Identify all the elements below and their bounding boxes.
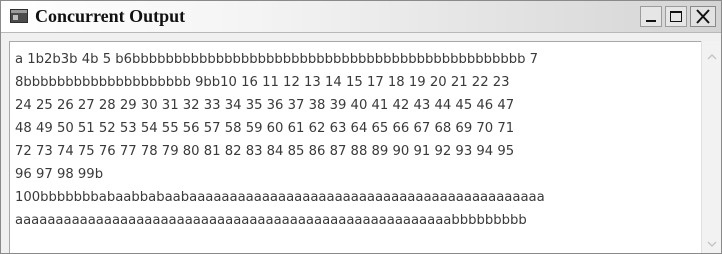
chevron-up-icon[interactable] [706,52,718,62]
output-line: a 1b2b3b 4b 5 b6bbbbbbbbbbbbbbbbbbbbbbbb… [15,52,539,67]
minimize-button[interactable] [640,6,662,27]
output-line: 8bbbbbbbbbbbbbbbbbbbb 9bb10 16 11 12 13 … [15,75,510,90]
maximize-button[interactable] [665,6,687,27]
output-text: a 1b2b3b 4b 5 b6bbbbbbbbbbbbbbbbbbbbbbbb… [15,48,695,232]
chevron-down-icon[interactable] [706,239,718,249]
app-window-icon[interactable] [10,9,28,23]
output-line: 100bbbbbbbabaabbabaabaaaaaaaaaaaaaaaaaaa… [15,190,545,205]
output-line: aaaaaaaaaaaaaaaaaaaaaaaaaaaaaaaaaaaaaaaa… [15,213,527,228]
output-line: 48 49 50 51 52 53 54 55 56 57 58 59 60 6… [15,121,515,136]
title-bar[interactable]: Concurrent Output [1,1,721,33]
vertical-scrollbar[interactable] [701,41,721,253]
close-button[interactable] [690,6,716,27]
output-line: 96 97 98 99b [15,167,104,182]
close-icon [696,9,710,24]
output-line: 72 73 74 75 76 77 78 79 80 81 82 83 84 8… [15,144,515,159]
concurrent-output-window: Concurrent Output a 1b2b3b 4b 5 b6bbbbbb… [0,0,722,254]
minimize-icon [646,20,656,22]
output-line: 24 25 26 27 28 29 30 31 32 33 34 35 36 3… [15,98,515,113]
output-text-area[interactable]: a 1b2b3b 4b 5 b6bbbbbbbbbbbbbbbbbbbbbbbb… [9,41,701,253]
maximize-icon [670,11,682,22]
window-title: Concurrent Output [35,6,186,26]
